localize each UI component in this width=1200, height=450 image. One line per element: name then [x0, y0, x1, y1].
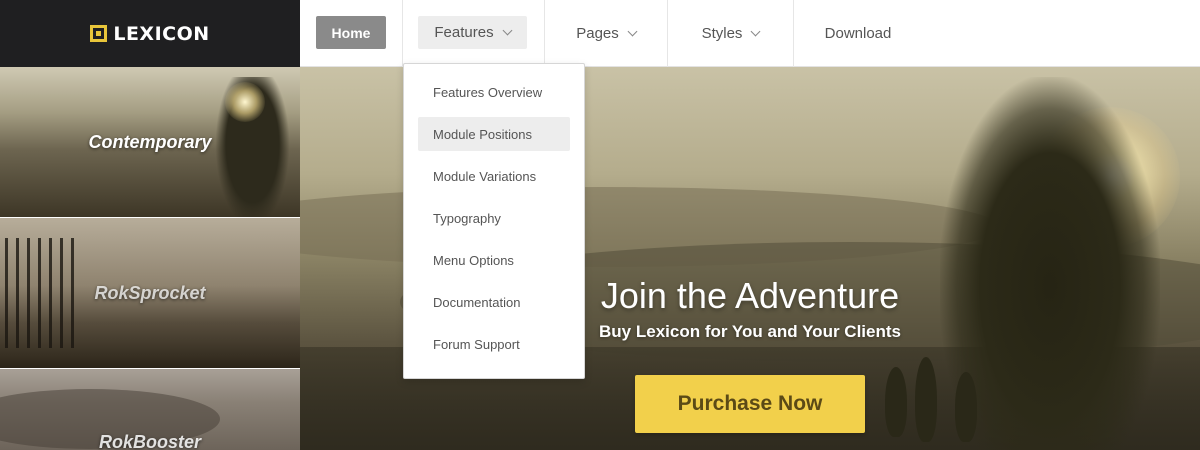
menu-item-menu-options[interactable]: Menu Options: [418, 243, 570, 277]
main-nav: Home Features Pages Styles Download: [300, 0, 1200, 67]
nav-styles-label: Styles: [701, 25, 743, 42]
nav-pages[interactable]: Pages: [545, 0, 667, 67]
logo-text: LEXICON: [113, 22, 210, 45]
hero-subtitle: Buy Lexicon for You and Your Clients: [599, 322, 901, 341]
nav-features-button[interactable]: Features: [418, 16, 527, 49]
thumbnail-image: [5, 238, 75, 348]
thumbnail-label: Contemporary: [88, 131, 212, 152]
menu-item-typography[interactable]: Typography: [418, 201, 570, 235]
nav-download-label: Download: [824, 25, 892, 42]
thumbnail-rokbooster[interactable]: RokBooster: [0, 369, 300, 450]
menu-item-features-overview[interactable]: Features Overview: [418, 75, 570, 109]
thumbnail-label: RokBooster: [98, 431, 201, 450]
nav-styles[interactable]: Styles: [668, 0, 793, 67]
hero-title: Join the Adventure: [600, 275, 900, 316]
nav-home-button[interactable]: Home: [316, 16, 386, 49]
thumbnail-label: RokSprocket: [94, 282, 206, 303]
chevron-down-icon: [627, 26, 638, 37]
thumbnail-contemporary[interactable]: Contemporary: [0, 67, 300, 217]
nav-divider: [402, 0, 403, 67]
nav-pages-label: Pages: [576, 25, 619, 42]
chevron-down-icon: [750, 26, 761, 37]
chevron-down-icon: [502, 25, 513, 36]
menu-item-module-variations[interactable]: Module Variations: [418, 159, 570, 193]
menu-item-module-positions[interactable]: Module Positions: [418, 117, 570, 151]
menu-item-documentation[interactable]: Documentation: [418, 285, 570, 319]
purchase-now-button[interactable]: Purchase Now: [635, 375, 865, 433]
menu-item-forum-support[interactable]: Forum Support: [418, 327, 570, 361]
nav-features-label: Features: [434, 24, 494, 41]
nav-download[interactable]: Download: [794, 0, 922, 67]
features-dropdown: Features Overview Module Positions Modul…: [403, 63, 585, 379]
thumbnail-roksprocket[interactable]: RokSprocket: [0, 218, 300, 368]
logo[interactable]: LEXICON: [0, 0, 300, 67]
logo-icon: [90, 25, 108, 42]
